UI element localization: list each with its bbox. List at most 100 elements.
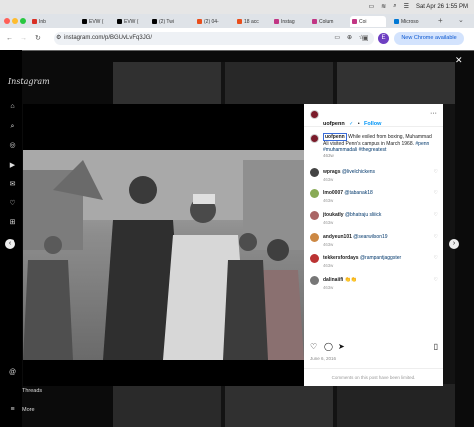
photo-illustration xyxy=(23,150,304,360)
like-icon[interactable]: ♡ xyxy=(310,342,317,351)
post-header: uofpenn ✓ • Follow ··· xyxy=(304,104,443,127)
comment-time[interactable]: 463w xyxy=(323,242,333,247)
reels-icon[interactable]: ▶ xyxy=(8,161,17,170)
comment-time[interactable]: 463w xyxy=(323,285,333,290)
close-icon[interactable]: ✕ xyxy=(455,55,463,66)
uofpenn-avatar[interactable] xyxy=(310,110,319,119)
maximize-window-button[interactable] xyxy=(20,18,26,24)
like-comment-icon[interactable]: ♡ xyxy=(434,277,438,283)
forward-button[interactable]: → xyxy=(20,34,27,44)
comment-time[interactable]: 463w xyxy=(323,198,333,203)
commenter-avatar[interactable] xyxy=(310,233,319,242)
post-photo[interactable] xyxy=(23,150,304,360)
macos-menu-bar: ▭ ≋ ⌕ ☰ Sat Apr 26 1:55 PM xyxy=(0,0,474,14)
browser-toolbar: ← → ↻ ⚙ instagram.com/p/BGUvLvFq3JG/ ▭ ⊕… xyxy=(0,28,474,51)
explore-icon[interactable]: ◎ xyxy=(8,141,17,150)
post-actions: ♡ ◯ ➤ ▯ xyxy=(310,342,438,354)
search-icon[interactable]: ⌕ xyxy=(8,122,17,131)
post-username[interactable]: uofpenn xyxy=(323,121,345,127)
more-label[interactable]: More xyxy=(22,407,35,413)
x-icon xyxy=(117,19,122,24)
home-icon[interactable]: ⌂ xyxy=(8,102,17,111)
previous-post-button[interactable]: ‹ xyxy=(5,239,15,249)
commenter-avatar[interactable] xyxy=(310,254,319,263)
gmail-icon xyxy=(32,19,37,24)
minimize-window-button[interactable] xyxy=(12,18,18,24)
comment-item: andyeun101 @searwilson19 463w ♡ xyxy=(310,233,440,253)
zoom-icon[interactable]: ⊕ xyxy=(347,32,352,45)
tab-strip: Inb EVW ( EVW ( (2) Twi (2) 04- 18 acc I… xyxy=(0,14,474,28)
tab-microsoft[interactable]: Microso xyxy=(392,16,434,27)
tab-twitter[interactable]: (2) Twi xyxy=(150,16,184,27)
back-button[interactable]: ← xyxy=(6,34,13,44)
commenter-avatar[interactable] xyxy=(310,276,319,285)
create-icon[interactable]: ⊞ xyxy=(8,218,17,227)
comment-text: dalinaiifi 👏👏 xyxy=(323,277,358,283)
messages-icon[interactable]: ✉ xyxy=(8,180,17,189)
notifications-icon[interactable]: ♡ xyxy=(8,199,17,208)
comment-icon[interactable]: ◯ xyxy=(324,342,333,351)
comments-limited-notice: Comments on this post have been limited. xyxy=(304,368,443,387)
threads-label[interactable]: Threads xyxy=(22,388,42,394)
comment-time[interactable]: 463w xyxy=(323,220,333,225)
like-comment-icon[interactable]: ♡ xyxy=(434,169,438,175)
like-comment-icon[interactable]: ♡ xyxy=(434,255,438,261)
threads-icon[interactable]: @ xyxy=(8,368,17,377)
screen-share-icon[interactable]: ▭ xyxy=(334,32,340,45)
save-icon[interactable]: ▯ xyxy=(434,342,438,351)
next-post-button[interactable]: › xyxy=(449,239,459,249)
menu-bar-clock[interactable]: Sat Apr 26 1:55 PM xyxy=(416,4,468,10)
tab-evw-1[interactable]: EVW ( xyxy=(80,16,114,27)
x-icon xyxy=(152,19,157,24)
more-menu-icon[interactable]: ≡ xyxy=(8,405,17,414)
tab-18-acc[interactable]: 18 acc xyxy=(235,16,269,27)
tab-instagram-2[interactable]: Colum xyxy=(310,16,344,27)
header-user-line: uofpenn ✓ • Follow xyxy=(323,121,382,127)
commenter-avatar[interactable] xyxy=(310,189,319,198)
address-bar[interactable]: ⚙ instagram.com/p/BGUvLvFq3JG/ ▭ ⊕ ☆ xyxy=(54,32,374,45)
like-comment-icon[interactable]: ♡ xyxy=(434,190,438,196)
profile-avatar[interactable]: E xyxy=(378,33,389,44)
extensions-icon[interactable]: ▣ xyxy=(362,34,369,44)
caption-time[interactable]: 463w xyxy=(323,153,334,158)
comment-item: dalinaiifi 👏👏 463w ♡ xyxy=(310,276,440,296)
reload-button[interactable]: ↻ xyxy=(35,34,41,44)
commenter-avatar[interactable] xyxy=(310,211,319,220)
tab-04[interactable]: (2) 04- xyxy=(195,16,229,27)
control-center-icon[interactable]: ☰ xyxy=(404,3,409,10)
follow-button[interactable]: Follow xyxy=(364,121,381,127)
x-icon xyxy=(82,19,87,24)
tab-evw-2[interactable]: EVW ( xyxy=(115,16,149,27)
post-details-panel: uofpenn ✓ • Follow ··· uofpenn While exi… xyxy=(304,104,443,386)
comment-item: lmo0007 @tabanak18 463w ♡ xyxy=(310,189,440,209)
tab-instagram-1[interactable]: Instag xyxy=(272,16,306,27)
instagram-logo[interactable]: Instagram xyxy=(8,77,50,86)
caption-avatar[interactable] xyxy=(310,134,319,143)
new-tab-button[interactable]: + xyxy=(438,16,443,26)
share-icon[interactable]: ➤ xyxy=(338,342,345,351)
tab-search-icon[interactable]: ⌄ xyxy=(458,16,464,26)
tab-gmail[interactable]: Inb xyxy=(30,16,72,27)
comment-text: lmo0007 @tabanak18 xyxy=(323,190,373,196)
new-chrome-available-button[interactable]: New Chrome available xyxy=(394,32,464,45)
app-icon xyxy=(237,19,242,24)
comment-time[interactable]: 463w xyxy=(323,177,333,182)
like-comment-icon[interactable]: ♡ xyxy=(434,234,438,240)
app-icon xyxy=(197,19,202,24)
search-icon[interactable]: ⌕ xyxy=(393,3,396,10)
comment-item: tekkersfordays @rampantjaggster 463w ♡ xyxy=(310,254,440,274)
more-options-icon[interactable]: ··· xyxy=(430,110,437,117)
close-window-button[interactable] xyxy=(4,18,10,24)
comment-text: andyeun101 @searwilson19 xyxy=(323,234,388,240)
address-bar-url: instagram.com/p/BGUvLvFq3JG/ xyxy=(64,35,153,41)
commenter-avatar[interactable] xyxy=(310,168,319,177)
site-info-icon[interactable]: ⚙ xyxy=(56,32,61,45)
post-caption: uofpenn While exiled from boxing, Muhamm… xyxy=(323,133,437,154)
wifi-icon[interactable]: ≋ xyxy=(381,3,386,10)
battery-icon[interactable]: ▭ xyxy=(369,3,375,10)
tab-instagram-active[interactable]: Coi xyxy=(350,16,386,27)
verified-badge-icon: ✓ xyxy=(349,121,354,127)
comment-time[interactable]: 463w xyxy=(323,263,333,268)
post-date[interactable]: June 6, 2016 xyxy=(310,356,336,361)
like-comment-icon[interactable]: ♡ xyxy=(434,212,438,218)
